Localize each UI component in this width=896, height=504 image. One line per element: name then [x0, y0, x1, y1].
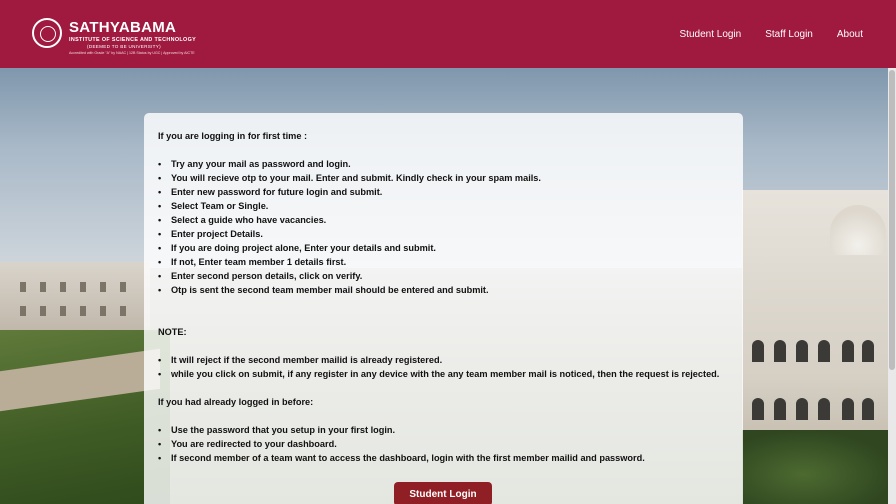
list-item: Use the password that you setup in your …	[158, 423, 729, 437]
background-dome	[830, 205, 886, 255]
list-item: Enter new password for future login and …	[158, 185, 729, 199]
note-list: It will reject if the second member mail…	[158, 353, 729, 381]
first-time-heading: If you are logging in for first time :	[158, 131, 308, 141]
list-item: Otp is sent the second team member mail …	[158, 283, 729, 297]
list-item: Try any your mail as password and login.	[158, 157, 729, 171]
list-item: You are redirected to your dashboard.	[158, 437, 729, 451]
logo-accreditation: Accredited with Grade "A" by NAAC | 12B …	[69, 51, 195, 55]
page-scrollbar[interactable]	[888, 68, 896, 504]
list-item: Enter second person details, click on ve…	[158, 269, 729, 283]
nav-student-login-link[interactable]: Student Login	[680, 29, 742, 40]
page: SATHYABAMA INSTITUTE OF SCIENCE AND TECH…	[0, 0, 896, 504]
logo-name: SATHYABAMA	[69, 19, 177, 36]
list-item: Select Team or Single.	[158, 199, 729, 213]
note-heading: NOTE:	[158, 327, 187, 337]
list-item: If second member of a team want to acces…	[158, 451, 729, 465]
list-item: Select a guide who have vacancies.	[158, 213, 729, 227]
list-item: If you are doing project alone, Enter yo…	[158, 241, 729, 255]
university-logo[interactable]: SATHYABAMA INSTITUTE OF SCIENCE AND TECH…	[32, 16, 202, 56]
first-time-steps-list: Try any your mail as password and login.…	[158, 157, 729, 297]
list-item: while you click on submit, if any regist…	[158, 367, 729, 381]
university-seal-icon	[32, 18, 62, 48]
student-login-button[interactable]: Student Login	[394, 482, 492, 504]
nav-menu: Student Login Staff Login About	[680, 0, 864, 68]
logo-subtagline: (DEEMED TO BE UNIVERSITY)	[87, 44, 161, 49]
background-trees	[742, 430, 896, 504]
list-item: Enter project Details.	[158, 227, 729, 241]
top-navbar: SATHYABAMA INSTITUTE OF SCIENCE AND TECH…	[0, 0, 896, 68]
logo-tagline: INSTITUTE OF SCIENCE AND TECHNOLOGY	[69, 37, 197, 43]
list-item: You will recieve otp to your mail. Enter…	[158, 171, 729, 185]
nav-staff-login-link[interactable]: Staff Login	[765, 29, 813, 40]
list-item: It will reject if the second member mail…	[158, 353, 729, 367]
instructions-card: If you are logging in for first time : T…	[144, 113, 743, 504]
list-item: If not, Enter team member 1 details firs…	[158, 255, 729, 269]
nav-about-link[interactable]: About	[837, 29, 863, 40]
returning-steps-list: Use the password that you setup in your …	[158, 423, 729, 465]
scrollbar-thumb[interactable]	[889, 70, 895, 370]
returning-heading: If you had already logged in before:	[158, 397, 314, 407]
